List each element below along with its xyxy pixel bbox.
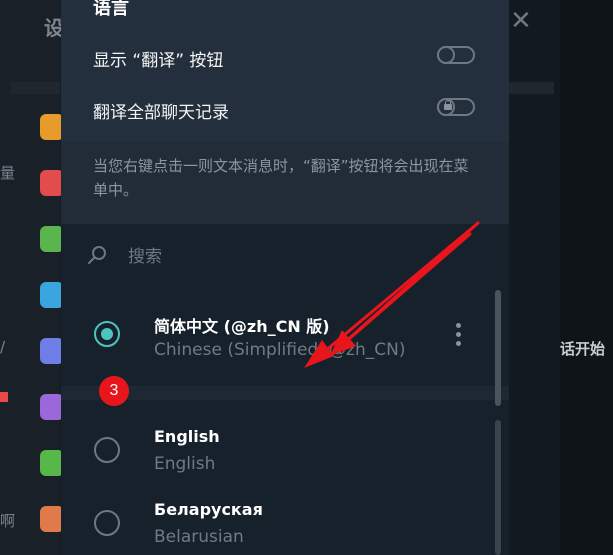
annotation-arrow [304, 221, 480, 368]
step-number-badge: 3 [99, 376, 129, 406]
